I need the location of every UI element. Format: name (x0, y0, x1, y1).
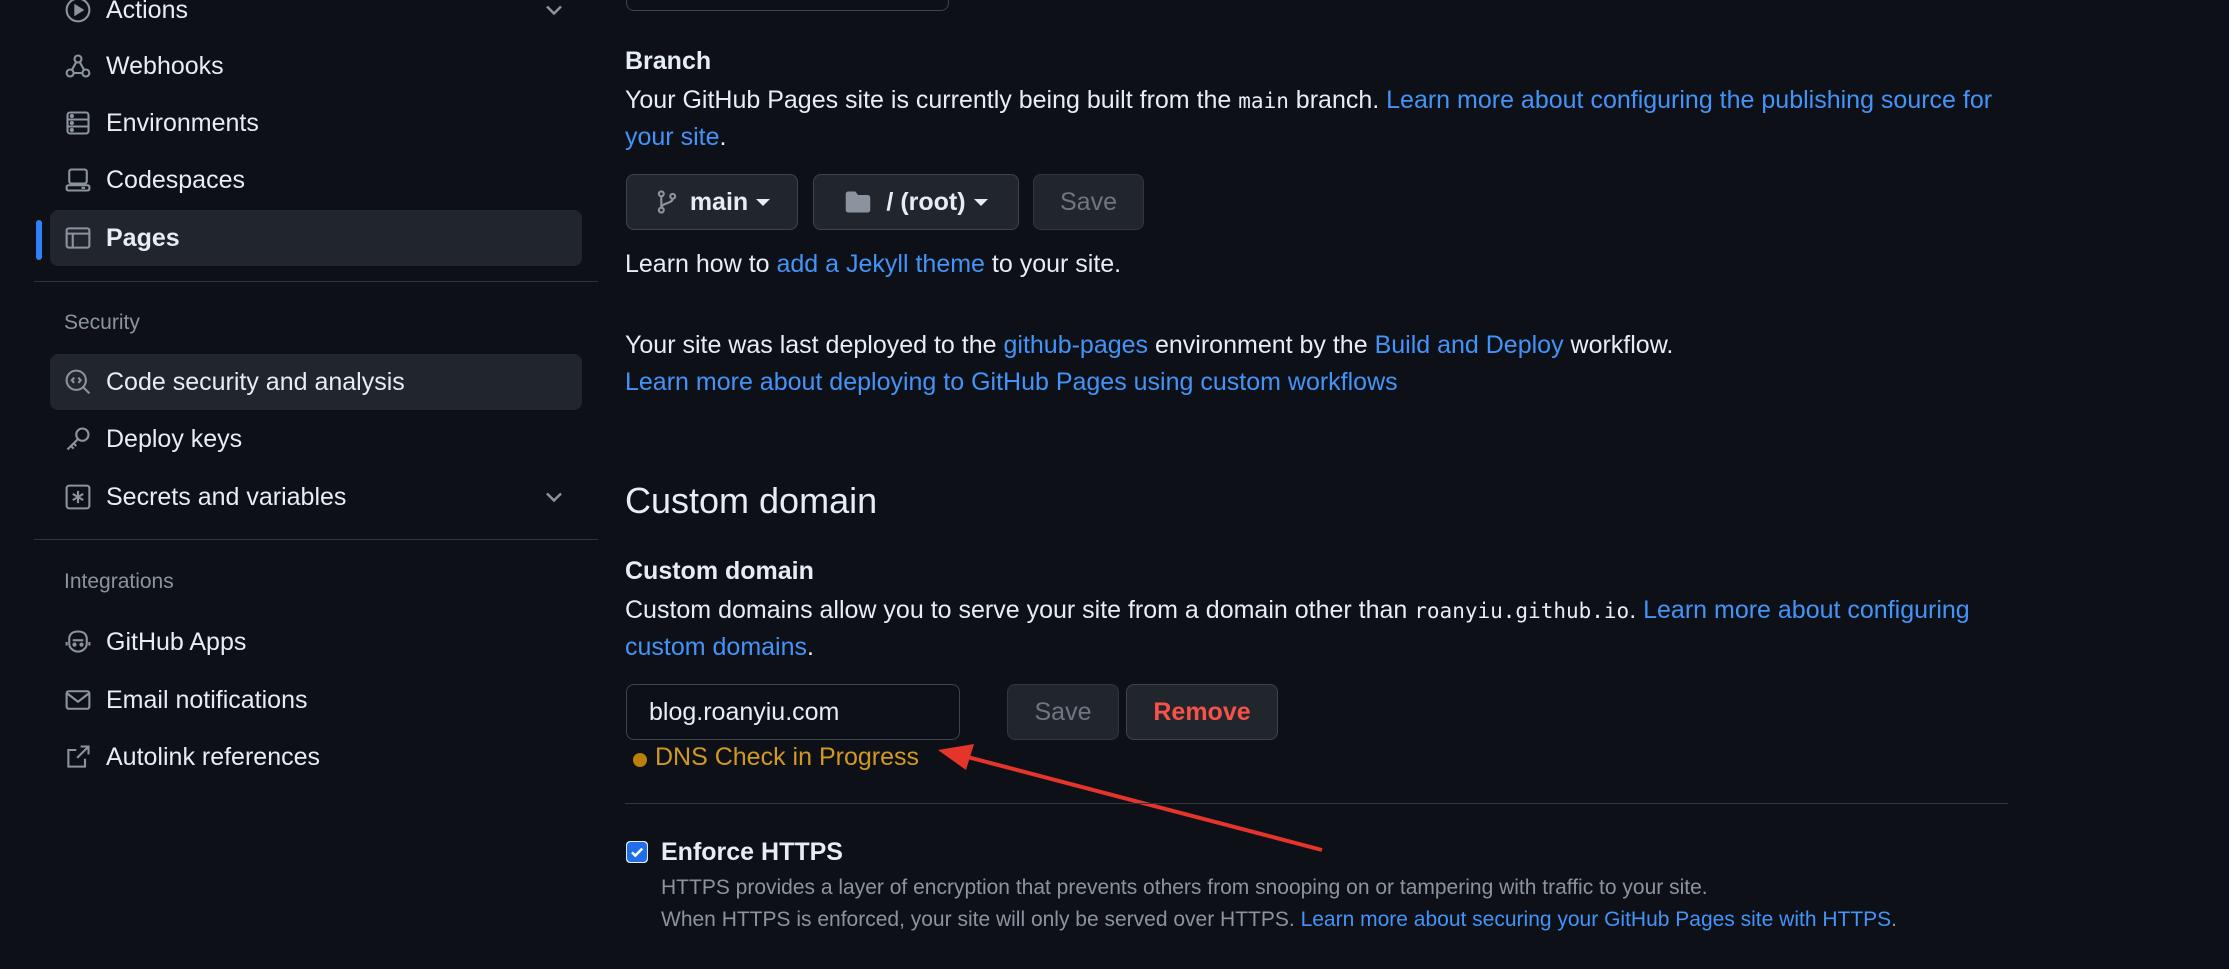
active-indicator (36, 220, 42, 260)
status-dot-icon (633, 753, 647, 767)
https-docs-link[interactable]: Learn more about securing your GitHub Pa… (1301, 908, 1892, 931)
custom-domain-input[interactable]: blog.roanyiu.com (626, 684, 960, 740)
codespaces-icon (64, 166, 92, 194)
branch-desc-text: Your GitHub Pages site is currently bein… (625, 86, 1239, 114)
custom-workflows-link[interactable]: Learn more about deploying to GitHub Pag… (625, 368, 1398, 396)
sidebar-item-github-apps[interactable]: GitHub Apps (50, 614, 582, 670)
sidebar-item-label: Secrets and variables (106, 482, 347, 511)
branch-description: Your GitHub Pages site is currently bein… (625, 81, 1992, 120)
build-deploy-workflow-link[interactable]: Build and Deploy (1375, 331, 1564, 359)
sidebar-item-environments[interactable]: Environments (50, 95, 582, 151)
section-divider (625, 803, 2008, 804)
section-title-security: Security (64, 311, 140, 334)
custom-domain-text: Custom domains allow you to serve your s… (625, 596, 1415, 624)
folder-select-label: / (root) (886, 187, 966, 216)
custom-domains-docs-link-cont[interactable]: custom domains (625, 633, 807, 661)
sidebar-item-label: Actions (106, 0, 188, 24)
https-text: When HTTPS is enforced, your site will o… (661, 908, 1301, 931)
caret-down-icon (973, 198, 988, 206)
check-icon (627, 842, 647, 862)
caret-down-icon (756, 198, 771, 206)
jekyll-theme-link[interactable]: add a Jekyll theme (777, 250, 985, 278)
branch-save-button[interactable]: Save (1033, 174, 1144, 230)
play-icon (64, 0, 92, 24)
sidebar-item-email-notifications[interactable]: Email notifications (50, 672, 582, 728)
https-description-line1: HTTPS provides a layer of encryption tha… (661, 876, 1708, 899)
custom-domain-heading: Custom domain (625, 480, 878, 521)
sidebar-item-label: GitHub Apps (106, 627, 247, 656)
jekyll-text: Learn how to (625, 250, 777, 278)
publishing-source-link[interactable]: Learn more about configuring the publish… (1386, 86, 1992, 114)
link-external-icon (64, 743, 92, 771)
sidebar-item-codespaces[interactable]: Codespaces (50, 152, 582, 208)
sidebar-item-label: Email notifications (106, 685, 308, 714)
sidebar-item-label: Deploy keys (106, 424, 243, 453)
chevron-down-icon[interactable] (540, 0, 568, 24)
sidebar-divider (34, 281, 598, 282)
sidebar-item-label: Autolink references (106, 742, 321, 771)
deploy-info: Your site was last deployed to the githu… (625, 326, 1673, 364)
deploy-text: environment by the (1148, 331, 1375, 359)
period-text: . (1891, 908, 1898, 931)
period-text: . (807, 633, 814, 661)
default-domain-code: roanyiu.github.io (1414, 599, 1630, 623)
custom-domain-label: Custom domain (625, 557, 814, 585)
settings-sidebar: Actions Webhooks Environments Codespaces… (0, 0, 600, 969)
custom-domain-remove-button[interactable]: Remove (1126, 684, 1278, 740)
sidebar-item-autolink-references[interactable]: Autolink references (50, 729, 582, 785)
branch-select-label: main (689, 187, 749, 216)
branch-name-code: main (1238, 89, 1289, 113)
sidebar-item-webhooks[interactable]: Webhooks (50, 38, 582, 94)
enforce-https-title: Enforce HTTPS (661, 838, 843, 866)
period-text: . (719, 123, 727, 151)
github-pages-env-link[interactable]: github-pages (1003, 331, 1148, 359)
sidebar-item-secrets[interactable]: Secrets and variables (50, 469, 582, 525)
custom-domain-description-line2: custom domains. (625, 628, 814, 666)
sidebar-item-label: Codespaces (106, 165, 245, 194)
sidebar-item-label: Code security and analysis (106, 367, 405, 396)
annotation-arrow (938, 744, 1323, 852)
browser-icon (64, 224, 92, 252)
branch-select-button[interactable]: main (626, 174, 798, 230)
copilot-icon (64, 628, 92, 656)
enforce-https-checkbox[interactable] (626, 841, 648, 863)
webhook-icon (64, 52, 92, 80)
deploy-text: Your site was last deployed to the (625, 331, 1004, 359)
folder-icon (846, 191, 871, 213)
publishing-source-link-cont[interactable]: your site (625, 123, 719, 151)
deploy-text: workflow. (1563, 331, 1674, 359)
branch-description-line2: your site. (625, 118, 726, 156)
asterisk-icon (64, 483, 92, 511)
sidebar-divider (34, 539, 598, 540)
jekyll-hint: Learn how to add a Jekyll theme to your … (625, 245, 1121, 283)
custom-domains-docs-link[interactable]: Learn more about configuring (1643, 596, 1970, 624)
https-description-line2: When HTTPS is enforced, your site will o… (661, 904, 1897, 936)
chevron-down-icon[interactable] (540, 483, 568, 511)
dns-check-status: DNS Check in Progress (655, 743, 919, 771)
sidebar-item-label: Webhooks (106, 51, 224, 80)
sidebar-item-actions[interactable]: Actions (50, 0, 582, 38)
server-icon (64, 109, 92, 137)
sidebar-item-label: Pages (106, 223, 180, 252)
deploy-learn-more: Learn more about deploying to GitHub Pag… (625, 363, 1398, 401)
mail-icon (64, 686, 92, 714)
codescan-icon (64, 368, 92, 396)
source-select-remnant[interactable] (626, 0, 949, 11)
folder-select-button[interactable]: / (root) (813, 174, 1019, 230)
git-branch-icon (657, 190, 676, 214)
custom-domain-description: Custom domains allow you to serve your s… (625, 591, 1970, 630)
branch-title: Branch (625, 47, 712, 75)
sidebar-item-label: Environments (106, 108, 259, 137)
custom-domain-text: . (1629, 596, 1644, 624)
jekyll-text: to your site. (984, 250, 1122, 278)
custom-domain-save-button[interactable]: Save (1007, 684, 1119, 740)
key-icon (64, 425, 92, 453)
sidebar-item-code-security[interactable]: Code security and analysis (50, 354, 582, 410)
branch-desc-text: branch. (1288, 86, 1387, 114)
sidebar-item-pages[interactable]: Pages (50, 210, 582, 266)
section-title-integrations: Integrations (64, 570, 174, 593)
sidebar-item-deploy-keys[interactable]: Deploy keys (50, 411, 582, 467)
